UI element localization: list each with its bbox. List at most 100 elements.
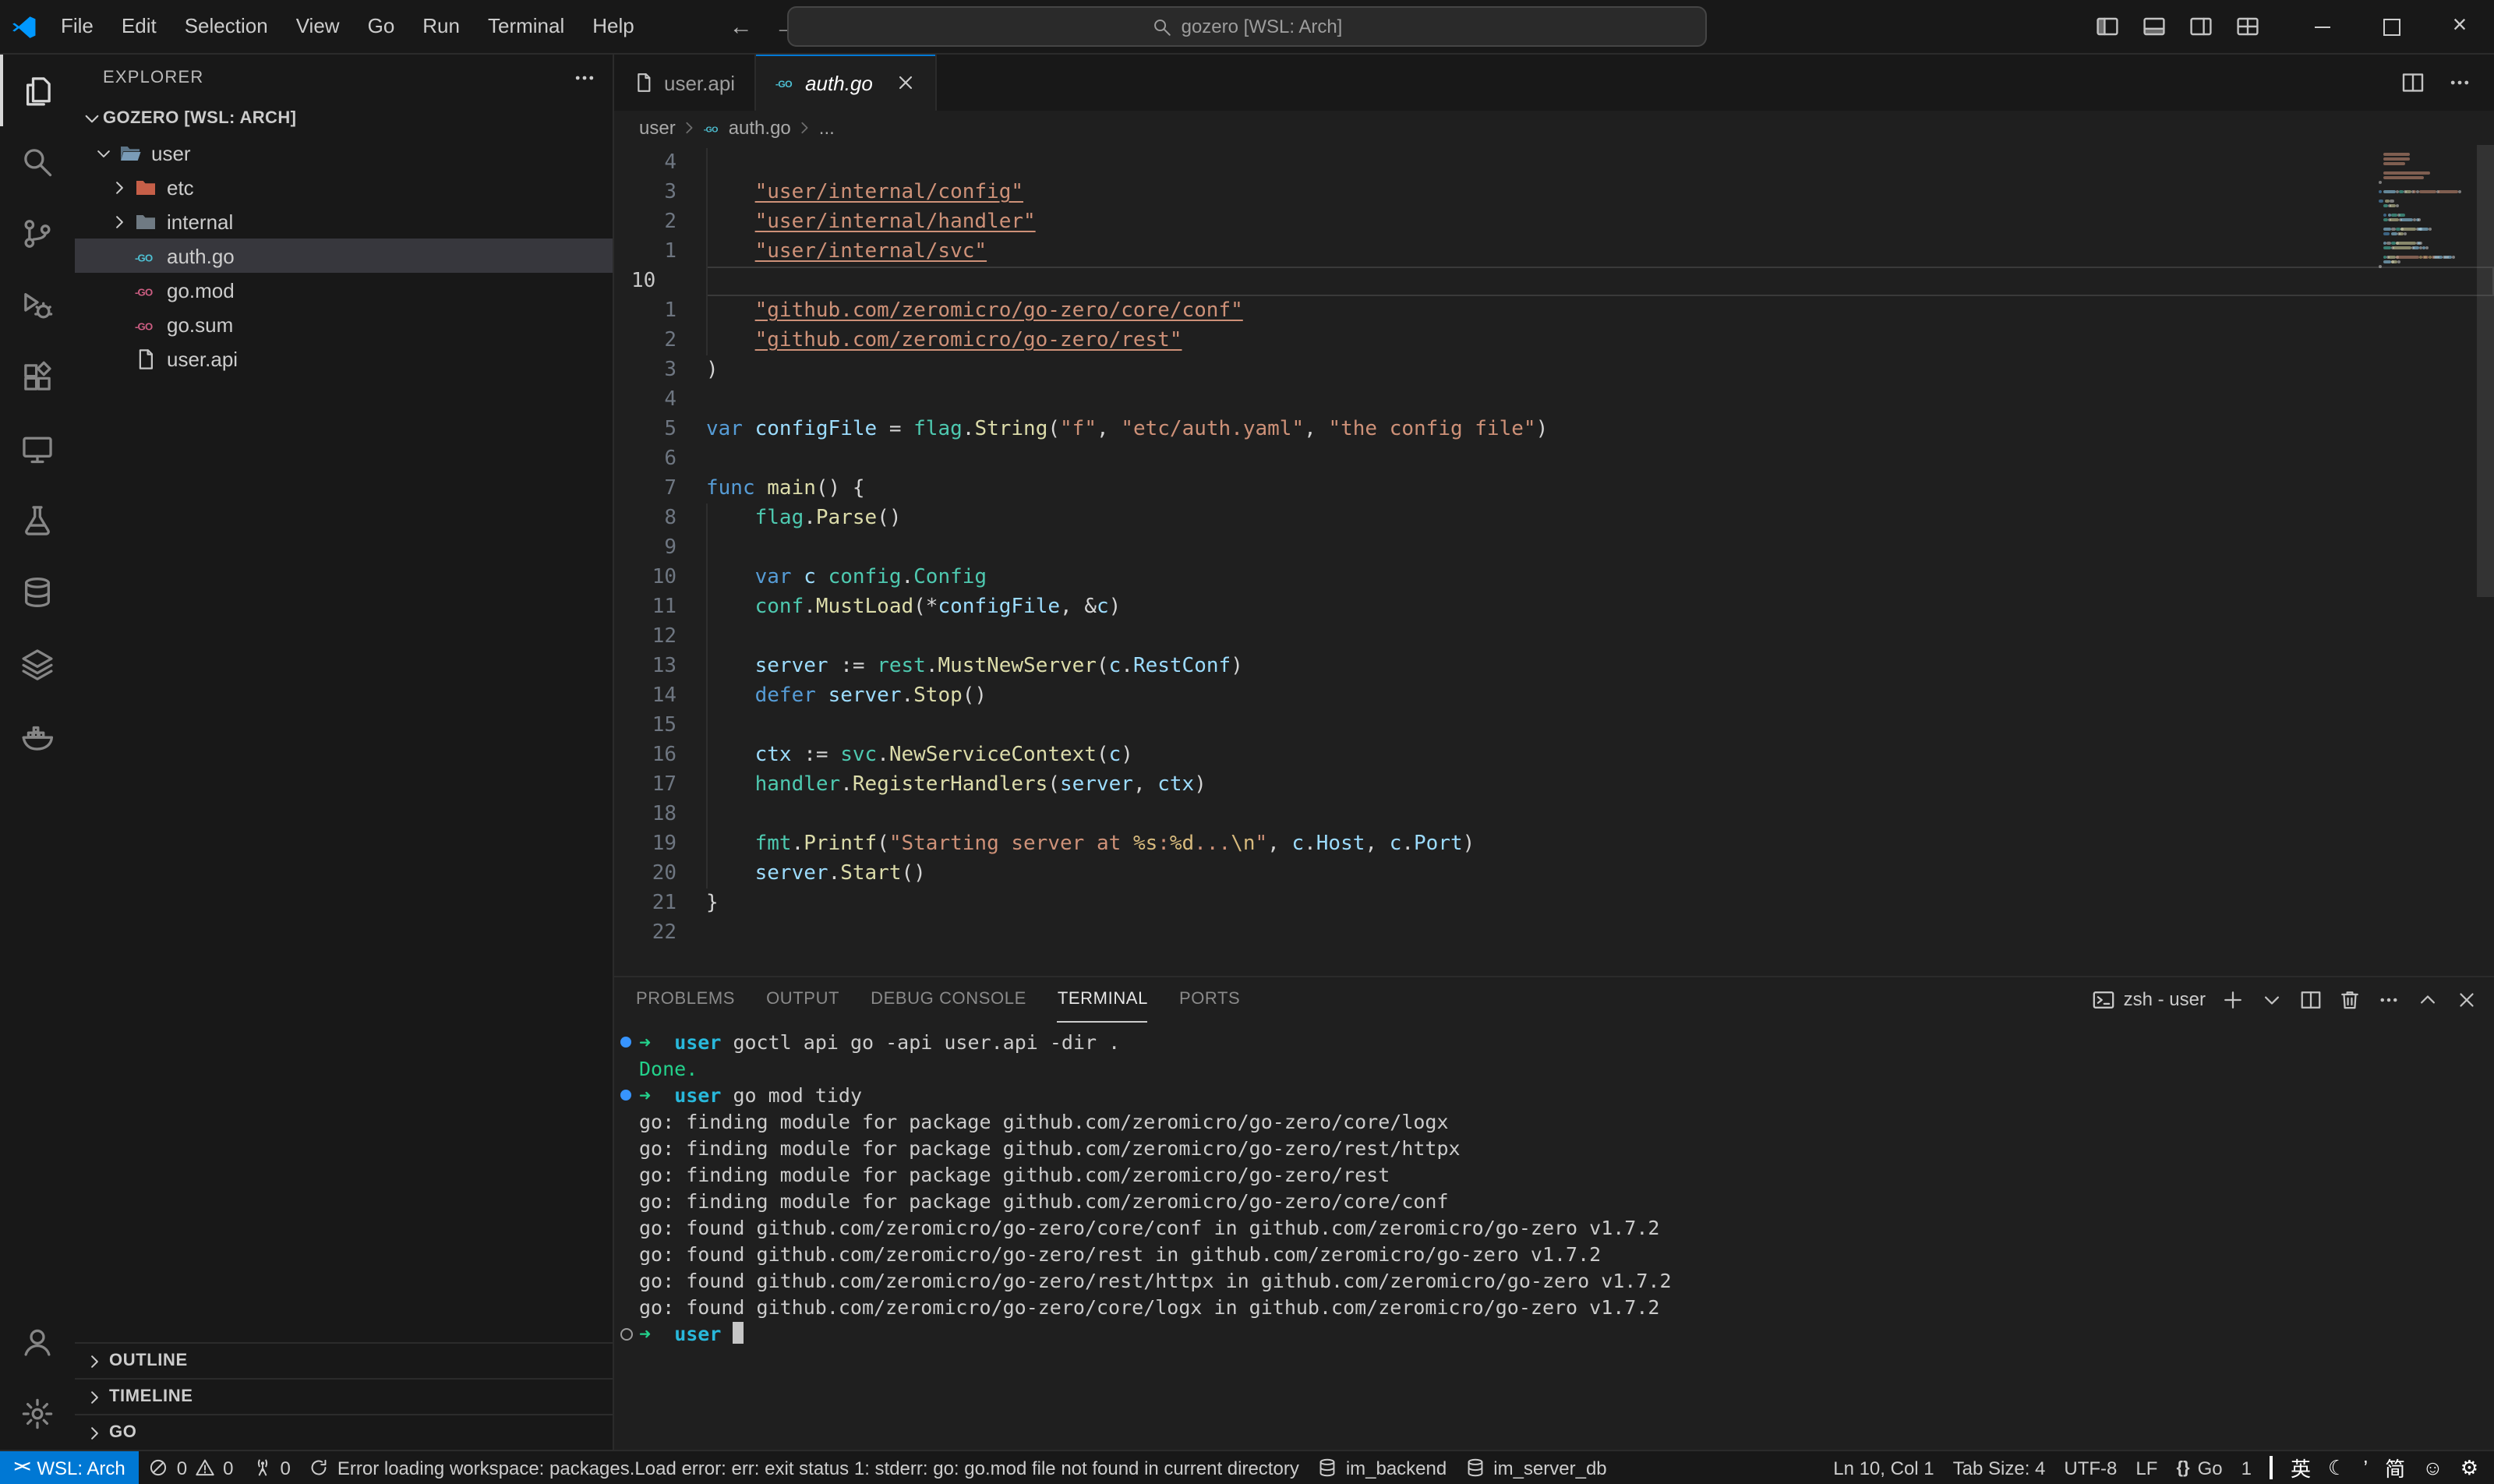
status-db-im-backend[interactable]: im_backend bbox=[1309, 1451, 1456, 1484]
activity-search[interactable] bbox=[0, 126, 75, 198]
maximize-button[interactable] bbox=[2357, 0, 2425, 53]
menu-edit[interactable]: Edit bbox=[108, 0, 171, 53]
tree-item-internal[interactable]: internal bbox=[75, 204, 613, 238]
breadcrumb-item[interactable]: user bbox=[639, 117, 676, 139]
minimap[interactable] bbox=[2379, 148, 2475, 274]
terminal-dropdown-icon[interactable] bbox=[2260, 988, 2284, 1011]
code-line[interactable]: 22 bbox=[614, 918, 2494, 948]
section-outline[interactable]: OUTLINE bbox=[75, 1342, 613, 1378]
code-line[interactable]: 4 bbox=[614, 385, 2494, 415]
tree-item-go.mod[interactable]: -GO go.mod bbox=[75, 273, 613, 307]
toggle-secondary-sidebar-icon[interactable] bbox=[2188, 14, 2213, 39]
editor-scrollbar[interactable] bbox=[2477, 145, 2494, 597]
activity-extensions[interactable] bbox=[0, 341, 75, 413]
tree-item-user.api[interactable]: user.api bbox=[75, 341, 613, 376]
status-problems[interactable]: 00 bbox=[140, 1451, 243, 1484]
status-workspace-loading[interactable]: Error loading workspace: packages.Load e… bbox=[300, 1451, 1309, 1484]
activity-testing[interactable] bbox=[0, 485, 75, 556]
code-line[interactable]: 18 bbox=[614, 800, 2494, 829]
menu-go[interactable]: Go bbox=[354, 0, 409, 53]
activity-source-control[interactable] bbox=[0, 198, 75, 270]
tree-item-user[interactable]: user bbox=[75, 136, 613, 170]
tree-item-auth.go[interactable]: -GO auth.go bbox=[75, 238, 613, 273]
command-center-search[interactable]: gozero [WSL: Arch] bbox=[787, 6, 1707, 47]
editor-more-actions-icon[interactable] bbox=[2447, 70, 2472, 95]
maximize-panel-icon[interactable] bbox=[2416, 988, 2439, 1011]
terminal[interactable]: ➜ user goctl api go -api user.api -dir .… bbox=[614, 1021, 2494, 1450]
ime-item-3[interactable]: 简 bbox=[2385, 1453, 2405, 1482]
menu-view[interactable]: View bbox=[282, 0, 354, 53]
toggle-panel-icon[interactable] bbox=[2142, 14, 2167, 39]
code-line[interactable]: 7 func main() { bbox=[614, 474, 2494, 504]
code-line[interactable]: 14 defer server.Stop() bbox=[614, 681, 2494, 711]
code-line[interactable]: 10 var c config.Config bbox=[614, 563, 2494, 592]
terminal-instance[interactable]: zsh - user bbox=[2093, 988, 2206, 1011]
ime-item-0[interactable]: 英 bbox=[2291, 1453, 2311, 1482]
ime-item-4[interactable]: ☺ bbox=[2422, 1456, 2443, 1479]
panel-tab-debug-console[interactable]: DEBUG CONSOLE bbox=[871, 977, 1026, 1022]
command-decoration-icon[interactable] bbox=[620, 1090, 631, 1101]
activity-run-debug[interactable] bbox=[0, 270, 75, 341]
command-decoration-icon[interactable] bbox=[620, 1328, 633, 1341]
tree-item-go.sum[interactable]: -GO go.sum bbox=[75, 307, 613, 341]
tree-item-etc[interactable]: etc bbox=[75, 170, 613, 204]
status-cursor-position[interactable]: Ln 10, Col 1 bbox=[1824, 1451, 1943, 1484]
close-tab-icon[interactable] bbox=[895, 72, 917, 94]
activity-settings[interactable] bbox=[0, 1378, 75, 1450]
close-button[interactable]: × bbox=[2425, 0, 2494, 53]
status-eol[interactable]: LF bbox=[2126, 1451, 2167, 1484]
tab-user.api[interactable]: user.api bbox=[614, 55, 755, 111]
ime-item-2[interactable]: ’ bbox=[2363, 1456, 2368, 1479]
code-line[interactable]: 2 "user/internal/handler" bbox=[614, 207, 2494, 237]
status-notifications[interactable]: 1 bbox=[2232, 1451, 2261, 1484]
code-line[interactable]: 21 } bbox=[614, 889, 2494, 918]
status-encoding[interactable]: UTF-8 bbox=[2054, 1451, 2126, 1484]
customize-layout-icon[interactable] bbox=[2235, 14, 2260, 39]
section-timeline[interactable]: TIMELINE bbox=[75, 1378, 613, 1414]
menu-file[interactable]: File bbox=[47, 0, 108, 53]
code-line[interactable]: 15 bbox=[614, 711, 2494, 740]
menu-help[interactable]: Help bbox=[578, 0, 648, 53]
code-line[interactable]: 5 var configFile = flag.String("f", "etc… bbox=[614, 415, 2494, 444]
menu-run[interactable]: Run bbox=[408, 0, 474, 53]
activity-accounts[interactable] bbox=[0, 1306, 75, 1378]
panel-tab-output[interactable]: OUTPUT bbox=[766, 977, 839, 1022]
code-editor[interactable]: 4 3 "user/internal/config" 2 "user/inter… bbox=[614, 145, 2494, 976]
code-line[interactable]: 11 conf.MustLoad(*configFile, &c) bbox=[614, 592, 2494, 622]
status-remote[interactable]: ><WSL: Arch bbox=[0, 1451, 140, 1484]
code-line[interactable]: 17 handler.RegisterHandlers(server, ctx) bbox=[614, 770, 2494, 800]
activity-layers[interactable] bbox=[0, 628, 75, 700]
breadcrumb-item[interactable]: -GOauth.go bbox=[704, 117, 791, 139]
code-line[interactable]: 9 bbox=[614, 533, 2494, 563]
tab-auth.go[interactable]: -GO auth.go bbox=[755, 55, 937, 111]
new-terminal-icon[interactable] bbox=[2221, 988, 2245, 1011]
command-decoration-icon[interactable] bbox=[620, 1037, 631, 1048]
code-line[interactable]: 16 ctx := svc.NewServiceContext(c) bbox=[614, 740, 2494, 770]
split-terminal-icon[interactable] bbox=[2299, 988, 2323, 1011]
activity-docker[interactable] bbox=[0, 700, 75, 772]
section-go[interactable]: GO bbox=[75, 1414, 613, 1450]
code-line[interactable]: 1 "user/internal/svc" bbox=[614, 237, 2494, 267]
more-actions-icon[interactable] bbox=[572, 65, 597, 90]
activity-remote-explorer[interactable] bbox=[0, 413, 75, 485]
panel-tab-terminal[interactable]: TERMINAL bbox=[1058, 977, 1148, 1022]
status-indentation[interactable]: Tab Size: 4 bbox=[1944, 1451, 2055, 1484]
ime-item-1[interactable]: ☾ bbox=[2328, 1455, 2346, 1480]
code-line[interactable]: 4 bbox=[614, 148, 2494, 178]
workspace-root[interactable]: GOZERO [WSL: ARCH] bbox=[75, 101, 613, 136]
menu-terminal[interactable]: Terminal bbox=[474, 0, 578, 53]
status-db-im-server-db[interactable]: im_server_db bbox=[1456, 1451, 1616, 1484]
back-arrow-icon[interactable]: ← bbox=[729, 13, 753, 40]
code-line[interactable]: 13 server := rest.MustNewServer(c.RestCo… bbox=[614, 652, 2494, 681]
toggle-sidebar-icon[interactable] bbox=[2095, 14, 2120, 39]
code-line[interactable]: 8 flag.Parse() bbox=[614, 504, 2494, 533]
code-line[interactable]: 3 "user/internal/config" bbox=[614, 178, 2494, 207]
panel-more-actions-icon[interactable] bbox=[2377, 988, 2400, 1011]
code-line[interactable]: 3 ) bbox=[614, 355, 2494, 385]
close-panel-icon[interactable] bbox=[2455, 988, 2478, 1011]
code-line[interactable]: 10 bbox=[614, 267, 2494, 296]
code-line[interactable]: 6 bbox=[614, 444, 2494, 474]
activity-database[interactable] bbox=[0, 556, 75, 628]
ime-item-5[interactable]: ⚙ bbox=[2460, 1455, 2478, 1480]
split-editor-icon[interactable] bbox=[2400, 70, 2425, 95]
